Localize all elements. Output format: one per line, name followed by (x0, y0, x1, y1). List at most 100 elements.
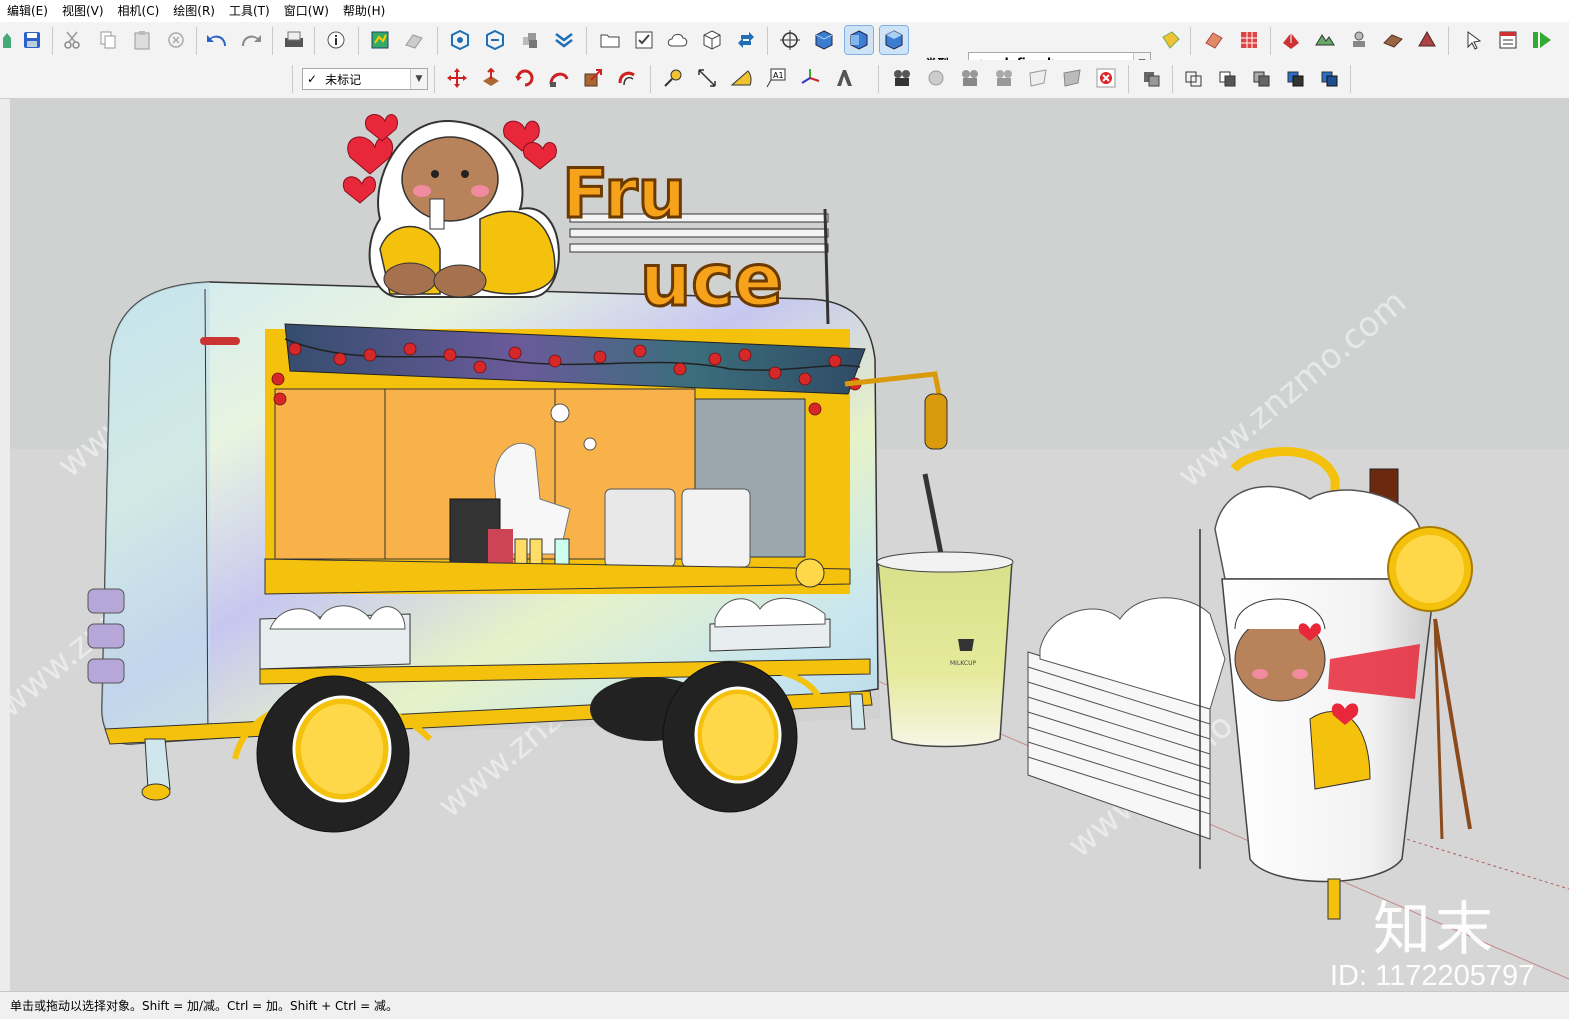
top-view-icon[interactable] (879, 25, 909, 55)
menu-window[interactable]: 窗口(W) (277, 0, 336, 22)
paste-icon[interactable] (128, 26, 156, 54)
toolbar-separator (878, 65, 879, 93)
redo-icon[interactable] (237, 26, 265, 54)
chevron-down-icon[interactable]: ▼ (410, 69, 427, 89)
monochrome-icon[interactable] (1316, 64, 1344, 92)
menu-edit[interactable]: 编辑(E) (0, 0, 55, 22)
push-pull-icon[interactable] (1277, 26, 1305, 54)
erase-icon[interactable] (162, 26, 190, 54)
components-panel-icon[interactable] (516, 26, 544, 54)
axes-icon[interactable] (796, 64, 824, 92)
protractor-icon[interactable] (727, 64, 755, 92)
main-toolbar: 类型： <undefined> ▼ (0, 22, 1569, 74)
walk-icon[interactable] (922, 64, 950, 92)
cloud-icon[interactable] (664, 26, 692, 54)
sign-text-line1: Fru (562, 155, 686, 234)
toolbar-separator (52, 27, 53, 55)
tail-lights (87, 588, 125, 684)
toolbar-separator (272, 27, 273, 55)
menu-tools[interactable]: 工具(T) (222, 0, 277, 22)
tea-urn (681, 488, 751, 568)
scene-canvas[interactable]: www.znzmo.com www.znzmo.com www.znzmo.co… (10, 99, 1569, 991)
model-viewport[interactable]: www.znzmo.com www.znzmo.com www.znzmo.co… (10, 99, 1569, 991)
cup-brand: MILKCUP (950, 660, 976, 667)
cube-icon[interactable] (698, 26, 726, 54)
drape-icon[interactable] (1379, 26, 1407, 54)
scale-icon[interactable] (579, 64, 607, 92)
component-icon[interactable] (446, 26, 474, 54)
play-icon[interactable] (1528, 26, 1556, 54)
section-plane-icon[interactable] (1024, 64, 1052, 92)
toolbar-separator (1448, 27, 1449, 55)
follow-me-icon[interactable] (545, 64, 573, 92)
wheel-rear (256, 675, 410, 833)
drink-cup (554, 538, 570, 566)
sync-icon[interactable] (732, 26, 760, 54)
pushpull-icon[interactable] (477, 64, 505, 92)
warehouse-icon[interactable] (366, 26, 394, 54)
flip-edge-icon[interactable] (1413, 26, 1441, 54)
position-camera-icon[interactable] (776, 26, 804, 54)
drink-cup (514, 538, 528, 566)
toolbar-separator (586, 27, 587, 55)
classify-icon[interactable] (1157, 26, 1185, 54)
toolbar-separator (314, 27, 315, 55)
extension-icon[interactable] (400, 26, 428, 54)
save-icon[interactable] (18, 26, 46, 54)
section-off-icon[interactable] (1092, 64, 1120, 92)
info-icon[interactable] (322, 26, 350, 54)
wireframe-icon[interactable] (1180, 64, 1208, 92)
toolbar-separator (1128, 65, 1129, 93)
print-icon[interactable] (280, 26, 308, 54)
report-icon[interactable] (1494, 26, 1522, 54)
undo-icon[interactable] (203, 26, 231, 54)
status-bar: 单击或拖动以选择对象。Shift = 加/减。Ctrl = 加。Shift + … (0, 991, 1569, 1019)
front-view-icon[interactable] (844, 25, 874, 55)
xray-icon[interactable] (1138, 64, 1166, 92)
checkbox-icon[interactable] (630, 26, 658, 54)
stamp-icon[interactable] (1345, 26, 1373, 54)
upload-icon[interactable] (0, 26, 14, 54)
iso-view-icon[interactable] (810, 26, 838, 54)
pointer-icon[interactable] (1460, 26, 1488, 54)
look-around-icon[interactable] (956, 64, 984, 92)
tape-measure-icon[interactable] (659, 64, 687, 92)
bubble-decor (550, 403, 570, 423)
drink-cup (529, 538, 543, 566)
camera-icon[interactable] (888, 64, 916, 92)
menu-camera[interactable]: 相机(C) (111, 0, 167, 22)
offset-icon[interactable] (613, 64, 641, 92)
tag-select[interactable]: ✓ 未标记 ▼ (302, 68, 428, 90)
dynamic-icon[interactable] (550, 26, 578, 54)
group-icon[interactable] (481, 26, 509, 54)
lemon-garnish-inner (1396, 535, 1464, 603)
copy-icon[interactable] (94, 26, 122, 54)
sign-text-line2: uce (640, 238, 783, 322)
toolbar-separator (292, 65, 293, 93)
menu-view[interactable]: 视图(V) (55, 0, 111, 22)
cup-logo-icon (958, 639, 974, 651)
toolbar-separator (1270, 27, 1271, 55)
menu-help[interactable]: 帮助(H) (336, 0, 392, 22)
menu-draw[interactable]: 绘图(R) (166, 0, 222, 22)
hidden-line-icon[interactable] (1214, 64, 1242, 92)
tag-check-icon: ✓ (307, 72, 318, 86)
move-icon[interactable] (443, 64, 471, 92)
material-icon[interactable] (1200, 26, 1228, 54)
section-camera-icon[interactable] (990, 64, 1018, 92)
watermark-logo: 知末 (1373, 895, 1498, 963)
shaded-icon[interactable] (1248, 64, 1276, 92)
toolbar-separator (437, 27, 438, 55)
3d-text-icon[interactable] (830, 64, 858, 92)
toolbar-separator (650, 65, 651, 93)
support-leg (849, 693, 866, 730)
dimension-icon[interactable] (693, 64, 721, 92)
grid-icon[interactable] (1235, 26, 1263, 54)
text-icon[interactable]: A1 (762, 64, 790, 92)
rotate-icon[interactable] (511, 64, 539, 92)
terrain-icon[interactable] (1311, 26, 1339, 54)
cut-icon[interactable] (58, 26, 86, 54)
section-fill-icon[interactable] (1058, 64, 1086, 92)
shaded-textures-icon[interactable] (1282, 64, 1310, 92)
open-folder-icon[interactable] (596, 26, 624, 54)
